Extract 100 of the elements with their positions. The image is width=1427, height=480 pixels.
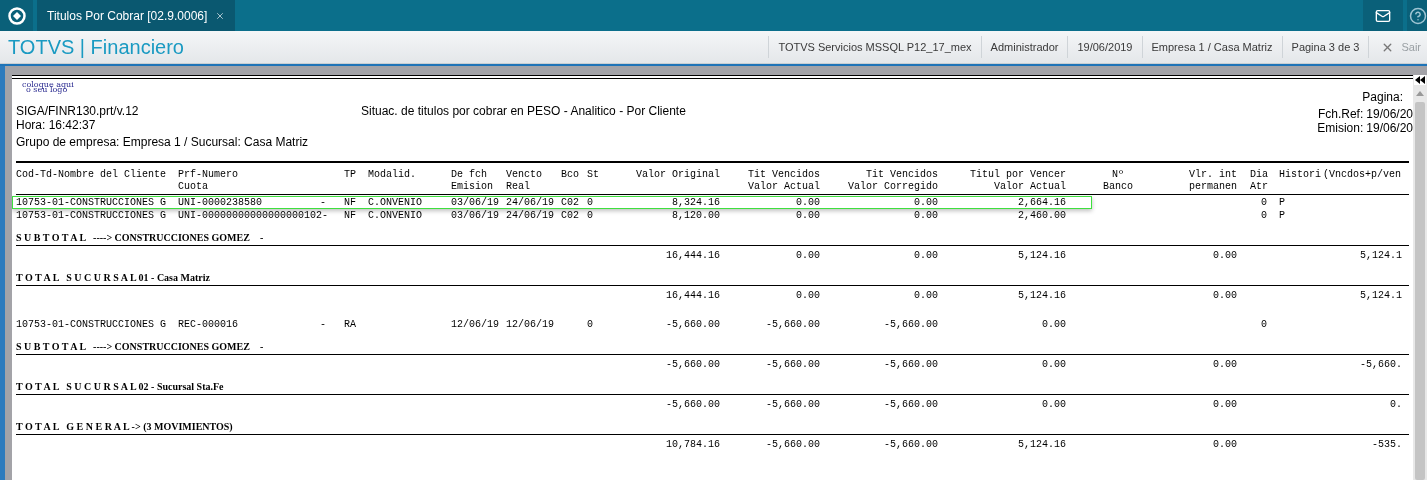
table-cell: 0 [1261, 209, 1267, 221]
app-logo-icon[interactable] [0, 0, 33, 31]
module-title: TOTVS | Financiero [8, 35, 185, 60]
table-cell: 0.00 [796, 196, 820, 208]
table-cell: 5,124.16 [1018, 249, 1066, 261]
table-cell: C.ONVENIO [368, 196, 422, 208]
table-cell: 0 [587, 318, 593, 330]
column-header: Banco [1102, 181, 1134, 193]
column-header: St [587, 169, 600, 181]
column-header: Real [506, 181, 531, 193]
table-cell: 16,444.16 [666, 249, 720, 261]
table-cell: RA [344, 318, 356, 330]
session-info: Administrador [980, 36, 1068, 58]
column-header: Prf-Numero [178, 169, 239, 181]
scroll-up-icon[interactable] [1416, 91, 1424, 96]
table-cell: -5,660. [1360, 358, 1402, 370]
table-cell: 24/06/19 [506, 196, 554, 208]
column-header: Tit Vencidos [747, 169, 820, 181]
table-cell: 5,124.1 [1360, 249, 1402, 261]
table-cell: -5,660.00 [766, 438, 820, 450]
table-cell: 0.00 [796, 249, 820, 261]
column-header: Cuota [178, 181, 209, 193]
table-cell: 0. [1390, 398, 1402, 410]
table-cell: 5,124.16 [1018, 289, 1066, 301]
session-info: TOTVS Servicios MSSQL P12_17_mex [768, 36, 981, 58]
table-cell: -5,660.00 [884, 318, 938, 330]
report-info: Grupo de empresa: Empresa 1 / Sucursal: Casa Matriz [16, 135, 310, 149]
column-header: Vencto [506, 169, 543, 181]
table-cell: 12/06/19 [506, 318, 554, 330]
table-cell: 0.00 [914, 289, 938, 301]
report-title: Situac. de titulos por cobrar en PESO - Analitico - Por Cliente [361, 104, 686, 120]
table-cell: C02 [561, 209, 579, 221]
table-cell: 8,120.00 [672, 209, 720, 221]
section-label: S U B T O T A L ----> CONSTRUCCIONES GOMEZ - [16, 341, 264, 352]
table-cell: 0.00 [1213, 289, 1237, 301]
table-cell: UNI-00000000000000000102- [178, 209, 329, 221]
column-header: Cod-Td-Nombre del Cliente [16, 169, 168, 181]
table-cell: 0.00 [1213, 358, 1237, 370]
column-header: Valor Original [635, 169, 720, 181]
report-label: Fch.Ref: [1317, 107, 1364, 121]
table-cell: 5,124.1 [1360, 289, 1402, 301]
scroll-thumb[interactable] [1415, 102, 1425, 480]
table-cell: - [320, 196, 326, 208]
table-cell: 0.00 [1213, 438, 1237, 450]
table-cell: -5,660.00 [766, 358, 820, 370]
table-cell: C02 [561, 196, 579, 208]
column-header: Valor Actual [747, 181, 820, 193]
table-cell: -5,660.00 [766, 318, 820, 330]
document-tab[interactable]: Titulos Por Cobrar [02.9.0006] [37, 0, 236, 31]
session-info: Empresa 1 / Casa Matriz [1141, 36, 1282, 58]
table-cell: 24/06/19 [506, 209, 554, 221]
table-cell: REC-000016 [178, 318, 238, 330]
column-header: Bco [561, 169, 580, 181]
table-cell: 8,324.16 [672, 196, 720, 208]
column-header: Modalid. [368, 169, 417, 181]
table-cell: 0 [587, 209, 593, 221]
table-cell: P [1279, 209, 1285, 221]
table-cell: 0.00 [1213, 398, 1237, 410]
table-cell: 03/06/19 [451, 196, 499, 208]
table-cell: 0 [587, 196, 593, 208]
column-header: Emision [451, 181, 494, 193]
table-cell: -5,660.00 [884, 438, 938, 450]
table-cell: 10753-01-CONSTRUCCIONES G [16, 209, 167, 221]
column-header: Vlr. int [1188, 169, 1237, 181]
column-header: Valor Corregido [847, 181, 938, 193]
table-cell: 10,784.16 [666, 438, 720, 450]
section-label: T O T A L S U C U R S A L 02 - Sucursal Sta.Fe [16, 381, 224, 392]
table-cell: 0.00 [914, 196, 938, 208]
section-label: S U B T O T A L ----> CONSTRUCCIONES GOMEZ - [16, 232, 264, 243]
table-cell: 0.00 [1213, 249, 1237, 261]
table-cell: NF [344, 209, 356, 221]
table-cell: 0 [1261, 196, 1267, 208]
table-cell: 10753-01-CONSTRUCCIONES G [16, 196, 167, 208]
table-cell: -535. [1372, 438, 1402, 450]
column-header: De fch [451, 169, 488, 181]
table-cell: - [320, 318, 326, 330]
mail-icon[interactable] [1363, 0, 1403, 31]
table-cell: -5,660.00 [666, 318, 720, 330]
table-cell: 2,460.00 [1018, 209, 1066, 221]
close-icon[interactable] [215, 10, 226, 21]
report-value: 19/06/20 [1366, 107, 1413, 121]
table-cell: -5,660.00 [884, 358, 938, 370]
table-cell: 2,664.16 [1018, 196, 1066, 208]
column-header: Titul por Vencer [969, 169, 1066, 181]
help-icon[interactable] [1407, 0, 1427, 31]
table-cell: 0 [1261, 318, 1267, 330]
table-cell: 16,444.16 [666, 289, 720, 301]
table-cell: P [1279, 196, 1285, 208]
table-cell: 0.00 [914, 209, 938, 221]
column-header: Nº [1111, 169, 1125, 181]
scrollbar[interactable] [1413, 75, 1427, 480]
table-cell: 0.00 [796, 209, 820, 221]
collapse-icon[interactable] [1414, 75, 1426, 85]
column-header: (Vncdos+p/ven [1323, 169, 1402, 181]
section-label: T O T A L S U C U R S A L 01 - Casa Matriz [16, 272, 210, 283]
column-header: Atr [1250, 181, 1267, 193]
report-info: Hora: 16:42:37 [16, 118, 97, 132]
report-label: Pagina: [1362, 90, 1403, 104]
table-cell: 0.00 [1042, 358, 1066, 370]
section-label: T O T A L G E N E R A L -> (3 MOVIMIENTOS) [16, 421, 233, 432]
